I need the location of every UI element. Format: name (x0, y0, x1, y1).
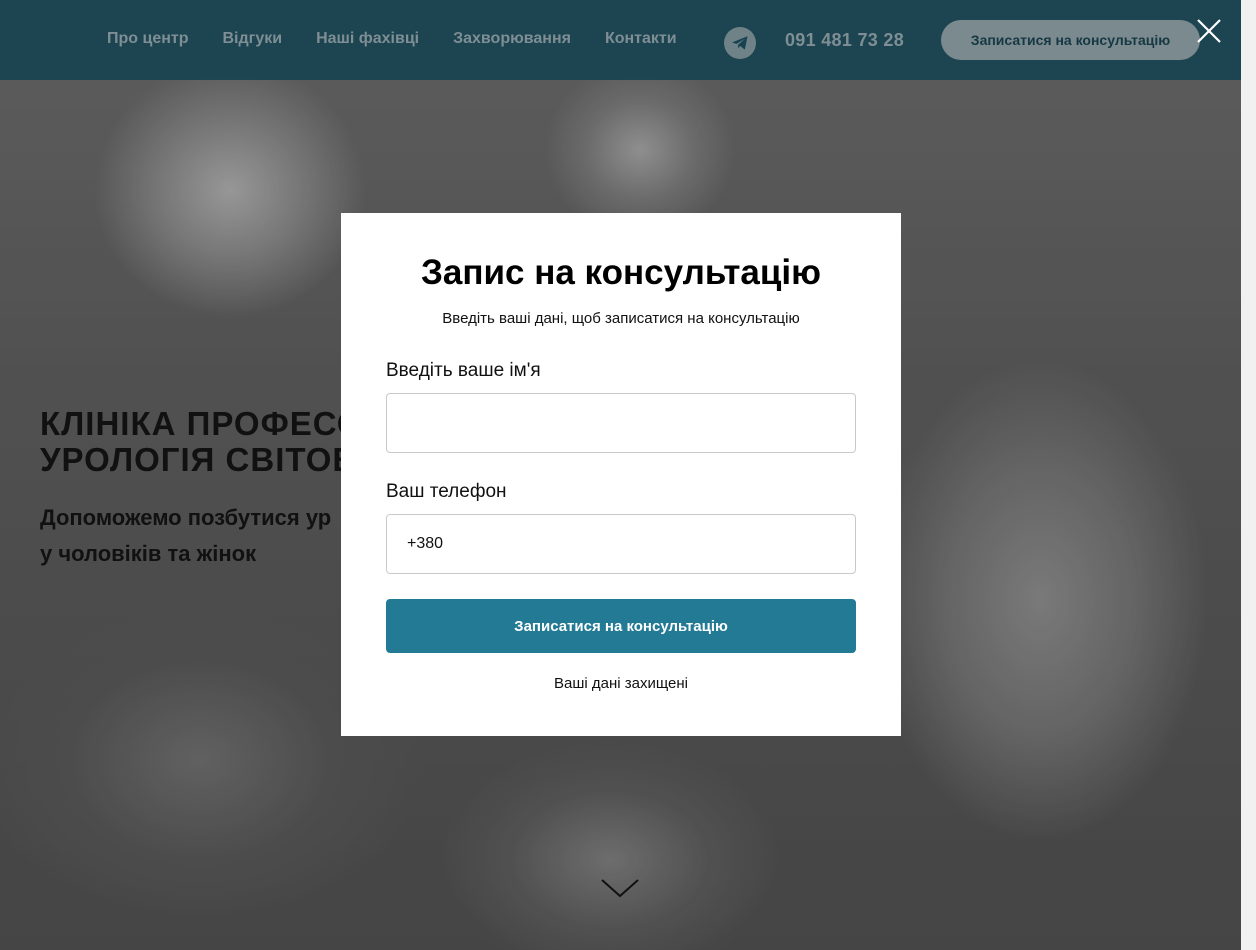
main-nav: Про центр Відгуки Наші фахівці Захворюва… (107, 30, 711, 48)
nav-item-contacts[interactable]: Контакти (605, 30, 677, 48)
site-header: Про центр Відгуки Наші фахівці Захворюва… (0, 0, 1241, 80)
hero-title-line-1: КЛІНІКА ПРОФЕСО (40, 405, 364, 442)
nav-item-diseases[interactable]: Захворювання (453, 30, 571, 48)
modal-subtitle: Введіть ваші дані, щоб записатися на кон… (442, 310, 800, 327)
nav-item-about[interactable]: Про центр (107, 30, 189, 48)
hero-title: КЛІНІКА ПРОФЕСО УРОЛОГІЯ СВІТОВ (40, 406, 363, 478)
modal-title: Запис на консультацію (420, 253, 822, 292)
hero-subtitle-line-2: у чоловіків та жінок (40, 541, 257, 566)
nav-item-specialists[interactable]: Наші фахівці (316, 30, 419, 48)
name-input[interactable] (386, 393, 856, 453)
consultation-modal: Запис на консультацію Введіть ваші дані,… (341, 213, 901, 736)
phone-field-label: Ваш телефон (386, 481, 507, 502)
submit-consultation-button[interactable]: Записатися на консультацію (386, 599, 856, 653)
header-phone-link[interactable]: 091 481 73 28 (785, 30, 904, 51)
name-field-label: Введіть ваше ім'я (386, 360, 541, 381)
page-scrollbar[interactable] (1241, 0, 1256, 950)
page: Про центр Відгуки Наші фахівці Захворюва… (0, 0, 1256, 950)
hero-subtitle: Допоможемо позбутися ур у чоловіків та ж… (40, 500, 331, 572)
hero-subtitle-line-1: Допоможемо позбутися ур (40, 505, 332, 530)
chevron-down-icon[interactable] (600, 876, 640, 902)
phone-input[interactable] (386, 514, 856, 574)
close-icon[interactable] (1196, 18, 1222, 44)
telegram-icon[interactable] (724, 27, 756, 59)
nav-item-reviews[interactable]: Відгуки (223, 30, 283, 48)
privacy-note: Ваші дані захищені (554, 675, 688, 692)
header-consultation-button[interactable]: Записатися на консультацію (941, 20, 1200, 60)
hero-title-line-2: УРОЛОГІЯ СВІТОВ (40, 441, 358, 478)
